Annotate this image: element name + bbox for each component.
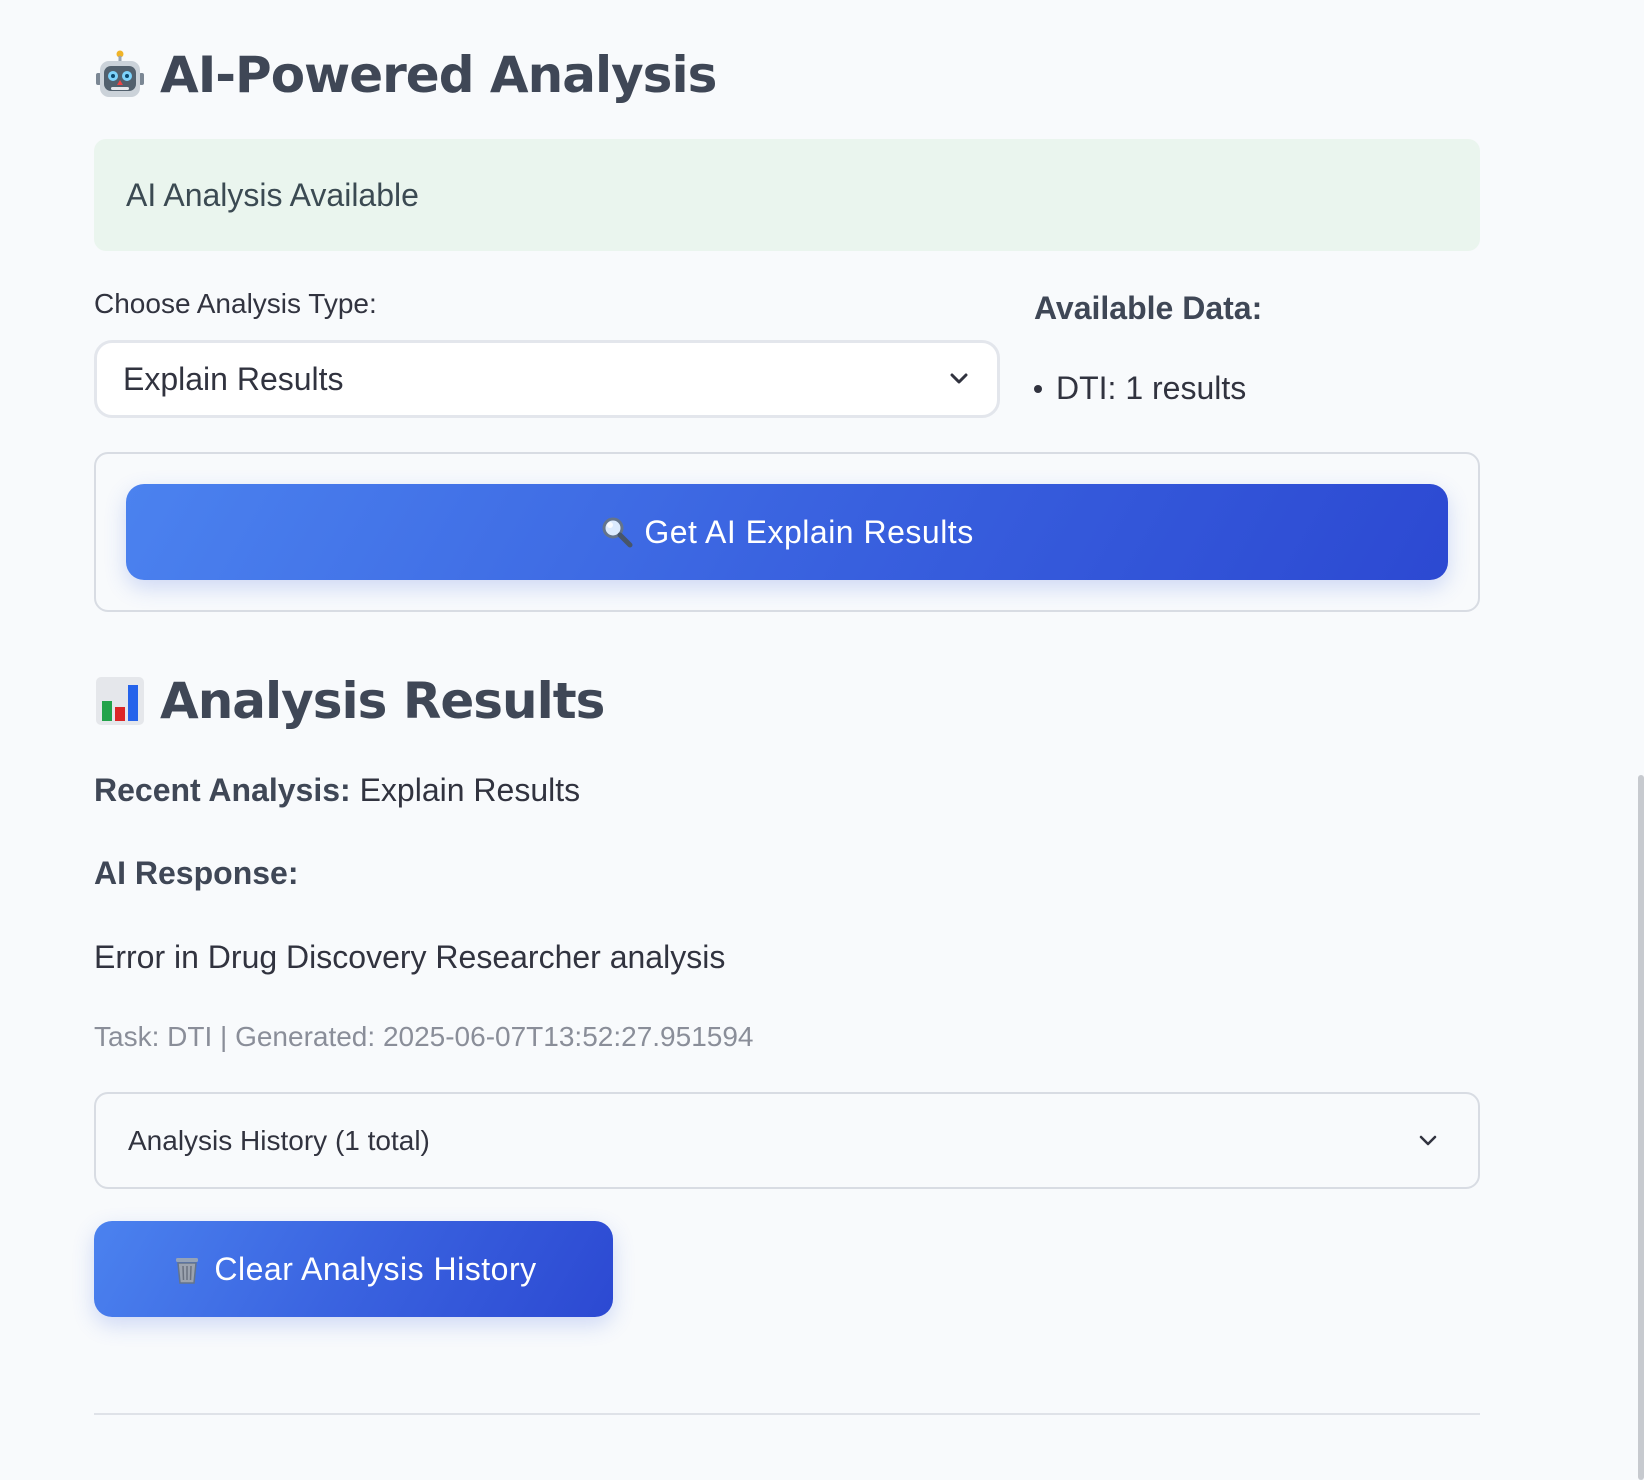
analysis-results-heading: Analysis Results bbox=[94, 666, 605, 736]
trash-icon bbox=[176, 1258, 199, 1284]
ai-response-label: AI Response: bbox=[94, 855, 299, 891]
get-ai-explain-results-button[interactable]: Get AI Explain Results bbox=[126, 484, 1448, 580]
analysis-history-label: Analysis History (1 total) bbox=[128, 1124, 430, 1156]
clear-analysis-history-button[interactable]: Clear Analysis History bbox=[94, 1221, 613, 1317]
analysis-type-select[interactable]: Explain Results bbox=[94, 340, 1000, 418]
analysis-results-title: Analysis Results bbox=[160, 672, 605, 730]
bar-chart-icon bbox=[96, 677, 144, 725]
ai-status-text: AI Analysis Available bbox=[126, 176, 419, 213]
ai-powered-analysis-heading: AI-Powered Analysis bbox=[94, 40, 717, 110]
analysis-type-label: Choose Analysis Type: bbox=[94, 288, 377, 319]
analysis-history-expander[interactable]: Analysis History (1 total) bbox=[94, 1092, 1480, 1189]
chevron-down-icon bbox=[950, 373, 968, 384]
ai-response-text: Error in Drug Discovery Researcher analy… bbox=[94, 939, 726, 975]
available-data-item: DTI: 1 results bbox=[1034, 370, 1246, 407]
section-divider bbox=[94, 1413, 1480, 1415]
recent-analysis-value: Explain Results bbox=[359, 772, 581, 808]
ai-status-banner: AI Analysis Available bbox=[94, 139, 1480, 251]
available-data-heading: Available Data: bbox=[1034, 290, 1263, 326]
bullet-icon bbox=[1034, 384, 1042, 393]
analysis-type-selected-value: Explain Results bbox=[123, 360, 344, 397]
available-data-item-text: DTI: 1 results bbox=[1056, 370, 1247, 406]
get-analysis-container: Get AI Explain Results bbox=[94, 452, 1480, 612]
robot-icon bbox=[96, 50, 144, 97]
ai-powered-analysis-title: AI-Powered Analysis bbox=[160, 46, 717, 104]
get-ai-explain-results-label: Get AI Explain Results bbox=[644, 513, 974, 550]
analysis-meta-caption: Task: DTI | Generated: 2025-06-07T13:52:… bbox=[94, 1021, 754, 1052]
recent-analysis-label: Recent Analysis: bbox=[94, 772, 351, 808]
magnifier-icon bbox=[602, 517, 633, 548]
page-scrollbar[interactable] bbox=[1638, 775, 1644, 1480]
clear-analysis-history-label: Clear Analysis History bbox=[214, 1250, 537, 1287]
chevron-down-icon bbox=[1419, 1135, 1437, 1145]
recent-analysis-line: Recent Analysis: Explain Results bbox=[94, 772, 580, 809]
